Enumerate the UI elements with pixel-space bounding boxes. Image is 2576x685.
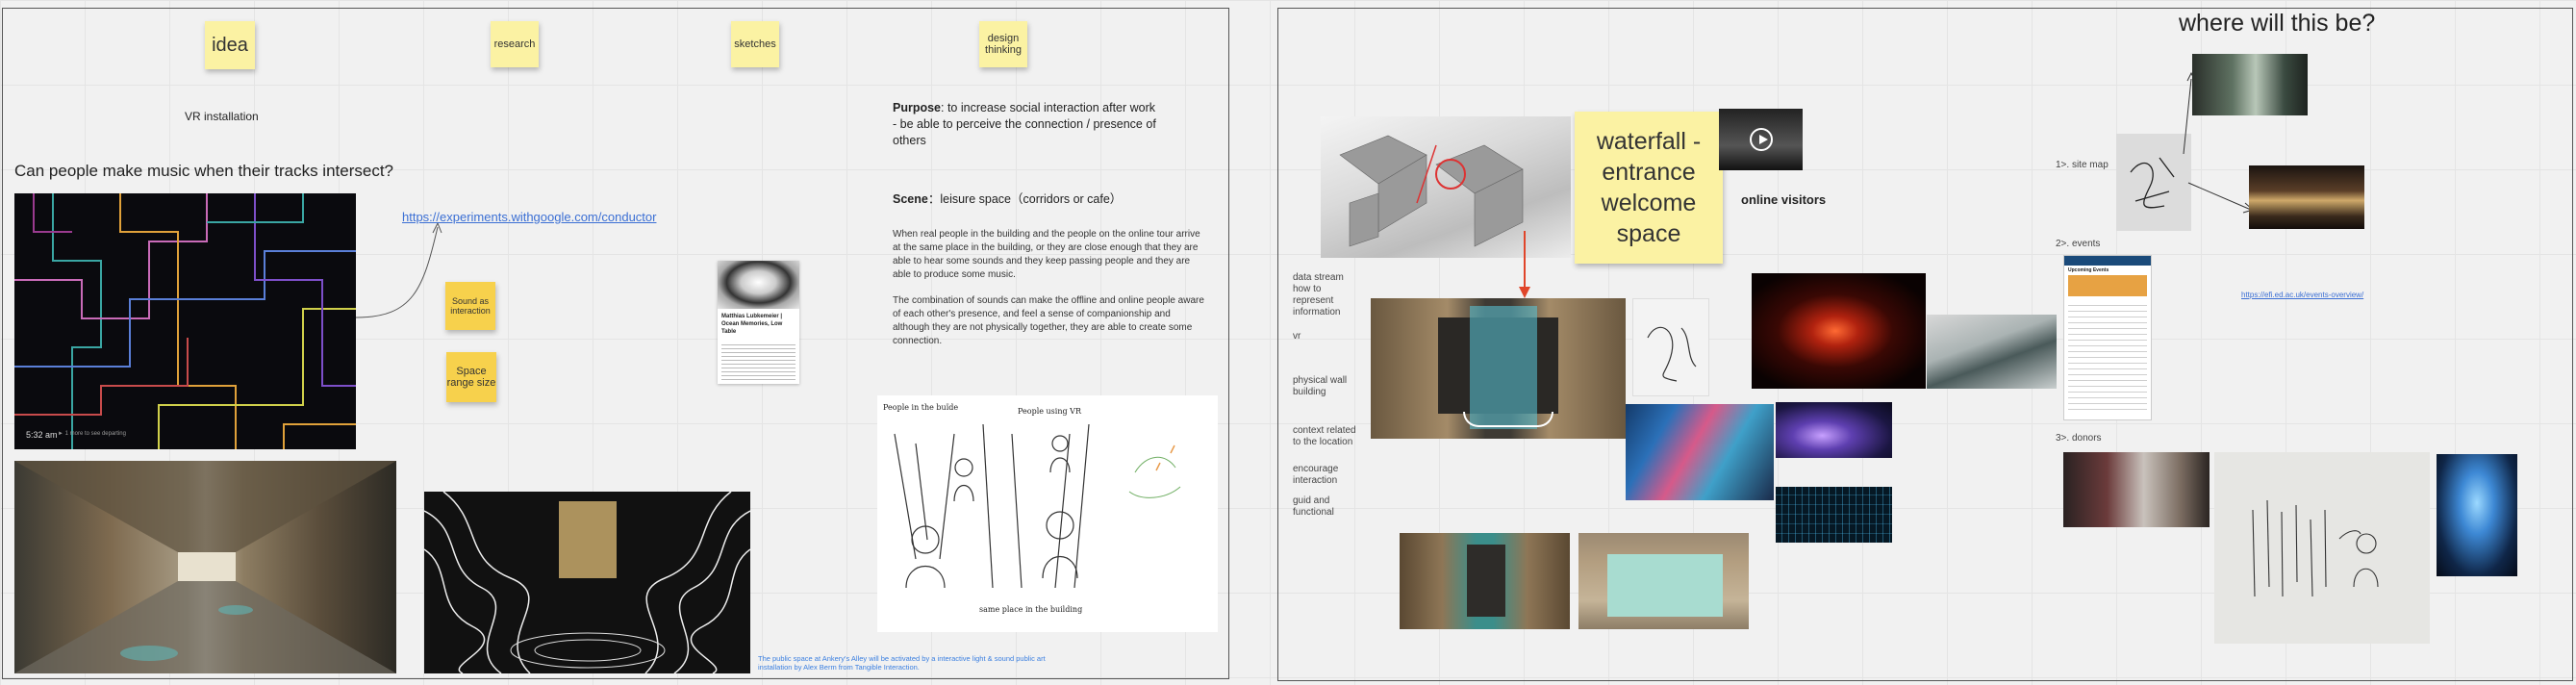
product-card-title: Matthias Lubkemeier | Ocean Memories, Lo… [721,314,783,335]
sticky-design-thinking-text: design thinking [985,33,1022,56]
scene-text: ：leisure space（corridors or cafe） [927,192,1123,206]
subway-lines-graphic [14,193,356,449]
hallway-b-glass [1607,554,1723,617]
donor-sketch-drawing [2252,499,2379,597]
entrance-render-image[interactable] [1371,298,1626,439]
sticky-sound-interaction-text: Sound as interaction [450,296,491,316]
corridor-render-image[interactable] [14,461,396,673]
donor-sketch-image[interactable] [2214,452,2430,644]
sketch-label-a: People in the buïde [883,403,959,412]
sticky-sound-interaction[interactable]: Sound as interaction [445,282,495,330]
sticky-sketches[interactable]: sketches [731,21,779,67]
hand-sketch-image[interactable]: People in the buïde People using VR same… [877,395,1218,632]
note-context: context related to the location [1293,425,1356,447]
sticky-sketches-text: sketches [734,38,776,50]
donor-wall-image[interactable] [2063,452,2210,527]
sketch-scribble [1647,326,1697,382]
sticky-waterfall-text: waterfall - entrance welcome space [1596,128,1702,247]
note-guid: guid and functional [1293,495,1334,518]
video-thumbnail[interactable] [1719,109,1803,170]
data-stream-lines [1776,487,1892,543]
product-card[interactable]: Matthias Lubkemeier | Ocean Memories, Lo… [718,261,799,384]
site-map-label: 1>. site map [2056,160,2109,170]
waterfall-glass [1470,306,1537,429]
scene-label: Scene [893,192,928,206]
immersive-room-image[interactable] [1626,404,1774,500]
donors-label: 3>. donors [2056,433,2102,444]
product-card-body [721,342,796,380]
events-list-lines [2068,300,2147,411]
purpose-label: Purpose [893,101,942,114]
events-label: 2>. events [2056,239,2101,249]
paragraph-2: The combination of sounds can make the o… [893,295,1204,346]
sketch-drawing [894,423,1181,589]
sticky-space-range[interactable]: Space range size [446,352,496,402]
online-visitors-label: online visitors [1741,192,1827,207]
question-heading: Can people make music when their tracks … [14,162,394,180]
scene-block: Scene：leisure space（corridors or cafe） [893,189,1172,207]
events-screenshot[interactable]: Upcoming Events [2063,255,2152,420]
conductor-image[interactable]: 5:32 am ► 1 more to see departing [14,193,356,449]
sticky-research[interactable]: research [491,21,539,67]
conductor-link[interactable]: https://experiments.withgoogle.com/condu… [402,210,656,224]
corridor-perspective [14,461,396,673]
caption-blue: The public space at Ankery's Alley will … [758,654,1046,672]
sticky-design-thinking[interactable]: design thinking [979,21,1027,67]
events-link[interactable]: https://efi.ed.ac.uk/events-overview/ [2241,291,2363,299]
red-light-sculpture-image[interactable] [1752,273,1926,389]
interior-photo-b[interactable] [2249,165,2364,229]
sticky-space-range-text: Space range size [446,366,496,389]
wave-lines [424,492,750,673]
note-data-stream: data stream how to represent information [1293,272,1344,317]
conductor-time: 5:32 am [26,430,58,440]
purpose-text: : to increase social interaction after w… [941,101,1156,114]
sticky-waterfall[interactable]: waterfall - entrance welcome space [1575,112,1723,264]
fiber-optic-image[interactable] [1776,402,1892,458]
floor-projection-image[interactable] [1927,315,2057,389]
sketch-label-b: People using VR [1018,407,1081,416]
hologram-portrait-image[interactable] [2437,454,2517,576]
where-title: where will this be? [2179,10,2376,37]
play-icon[interactable] [1750,128,1773,151]
connector-curve [356,221,442,318]
paragraph-1: When real people in the building and the… [893,229,1200,280]
hallway-a-door [1467,545,1505,617]
wave-tunnel-image[interactable] [424,492,750,673]
events-highlight [2068,275,2147,296]
data-wall-image[interactable] [1776,487,1892,543]
sketch-label-c: same place in the building [979,605,1083,614]
note-physical-wall: physical wall building [1293,375,1348,397]
vr-installation-label: VR installation [185,110,259,123]
sticky-idea[interactable]: idea [205,21,255,69]
purpose-block: Purpose: to increase social interaction … [893,100,1162,149]
interior-photo-a[interactable] [2192,54,2308,115]
note-encourage: encourage interaction [1293,464,1339,486]
sticky-research-text: research [493,38,536,50]
figure-sketch-small[interactable] [1632,298,1709,396]
events-nav-bar [2064,256,2151,266]
events-header: Upcoming Events [2068,267,2109,273]
red-arrow-connector [1519,231,1530,298]
hallway-render-a[interactable] [1400,533,1570,629]
conductor-hint: ► 1 more to see departing [58,431,126,437]
product-card-image [718,261,799,309]
note-vr: vr [1293,331,1301,342]
purpose-sub: - be able to perceive the connection / p… [893,117,1156,147]
sticky-idea-text: idea [212,34,248,56]
hallway-render-b[interactable] [1578,533,1749,629]
